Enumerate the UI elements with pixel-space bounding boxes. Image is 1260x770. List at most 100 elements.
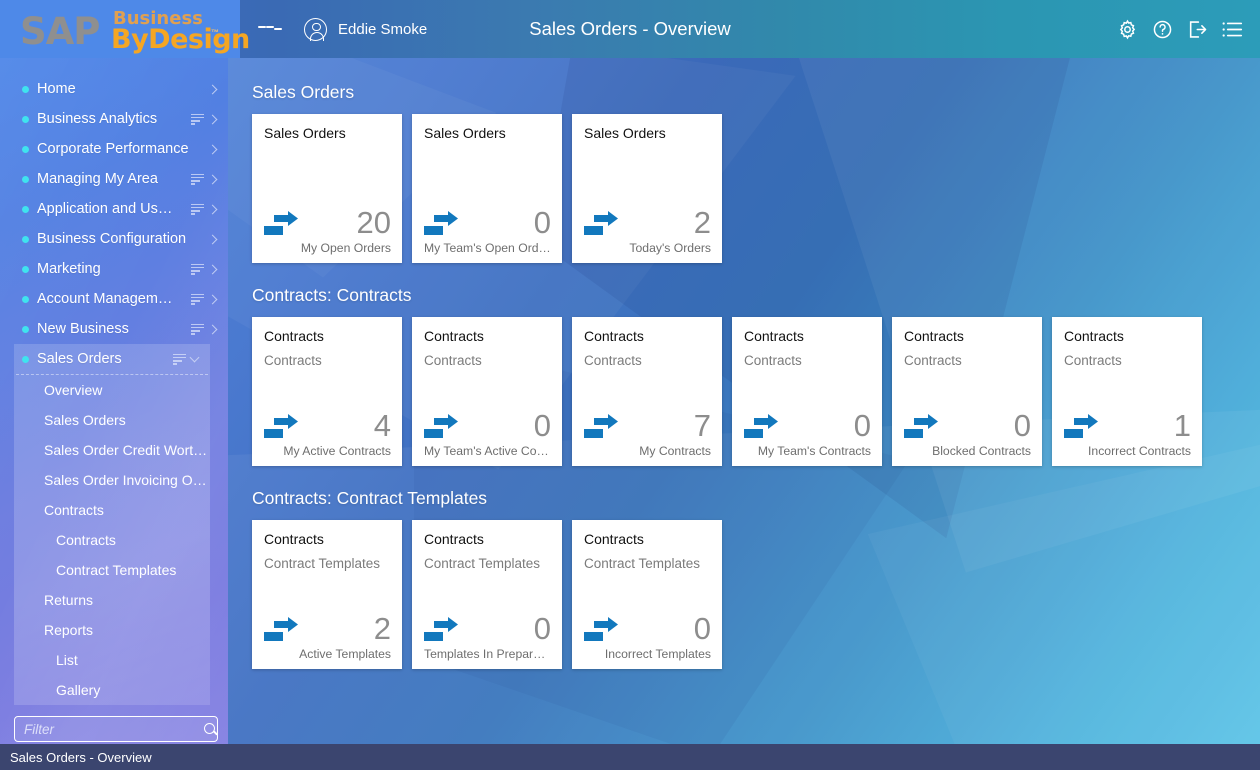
filter-input[interactable] [24,722,203,737]
chevron-right-icon[interactable] [208,294,218,304]
kpi-tile[interactable]: ContractsContracts0Blocked Contracts [892,317,1042,466]
tile-footer: 20 My Open Orders [252,198,402,255]
chevron-right-icon[interactable] [208,204,218,214]
tile-footer: 0Blocked Contracts [892,401,1042,458]
tile-section: Contracts: Contract TemplatesContractsCo… [252,488,1260,669]
sidebar-item-managing-my-area[interactable]: Managing My Area [0,164,228,194]
chevron-right-icon[interactable] [208,264,218,274]
sidebar-item-sales-orders[interactable]: Sales Orders [14,344,210,374]
kpi-tile[interactable]: Sales Orders20My Open Orders [252,114,402,263]
user-menu[interactable]: Eddie Smoke [304,18,427,41]
tile-title: Contracts [424,328,552,345]
tile-label: Incorrect Contracts [1064,444,1191,458]
tile-row: ContractsContract Templates2Active Templ… [252,520,1260,669]
work-center-list-icon[interactable] [191,264,204,275]
tile-label: My Team's Active Con… [424,444,551,458]
sidebar-sub-item-reports[interactable]: Reports [14,615,210,645]
chevron-right-icon[interactable] [208,324,218,334]
work-center-list-icon[interactable] [191,114,204,125]
work-center-list-icon[interactable] [173,354,186,365]
work-center-list-icon[interactable] [191,204,204,215]
sidebar-sub-item-contracts[interactable]: Contracts [14,525,210,555]
tile-footer: 1Incorrect Contracts [1052,401,1202,458]
options-list-icon[interactable] [1222,21,1243,38]
sidebar-item-label: New Business [37,321,129,337]
sidebar-item-marketing[interactable]: Marketing [0,254,228,284]
chevron-right-icon[interactable] [208,114,218,124]
sidebar-item-new-business[interactable]: New Business [0,314,228,344]
sidebar-sub-item-contract-templates[interactable]: Contract Templates [14,555,210,585]
user-avatar-icon [304,18,327,41]
kpi-tile[interactable]: ContractsContract Templates2Active Templ… [252,520,402,669]
search-icon[interactable] [203,722,218,737]
work-center-list-icon[interactable] [191,294,204,305]
sidebar-item-icons [173,354,202,365]
kpi-tile[interactable]: ContractsContracts7My Contracts [572,317,722,466]
sidebar-sub-items: Overview Sales Orders Sales Order Credit W… [14,375,210,705]
chevron-right-icon[interactable] [208,234,218,244]
settings-gear-icon[interactable] [1117,19,1138,40]
kpi-tile[interactable]: Sales Orders0My Team's Open Orders [412,114,562,263]
tile-value-row: 0 [584,604,711,644]
kpi-tile[interactable]: ContractsContracts4My Active Contracts [252,317,402,466]
tile-subtitle: Contract Templates [264,556,392,572]
sidebar-sub-item-returns[interactable]: Returns [14,585,210,615]
kpi-tile[interactable]: Sales Orders2Today's Orders [572,114,722,263]
sidebar-sub-item-sales-order-invoicing-o[interactable]: Sales Order Invoicing O… [14,465,210,495]
sidebar-item-home[interactable]: Home [0,74,228,104]
work-center-list-icon[interactable] [191,324,204,335]
sidebar-item-label: Business Analytics [37,111,157,127]
sidebar-item-icons [209,146,220,153]
chevron-right-icon[interactable] [208,144,218,154]
chevron-down-icon[interactable] [190,352,200,362]
tile-subtitle: Contracts [424,353,552,369]
filter-box[interactable] [14,716,218,742]
help-question-icon[interactable] [1152,19,1173,40]
tile-title: Sales Orders [584,125,712,142]
tile-title: Contracts [744,328,872,345]
sidebar-item-business-configuration[interactable]: Business Configuration [0,224,228,254]
sidebar-sub-item-overview[interactable]: Overview [14,375,210,405]
sidebar-sub-item-gallery[interactable]: Gallery [14,675,210,705]
sidebar-item-corporate-performance[interactable]: Corporate Performance [0,134,228,164]
tile-value-row: 20 [264,198,391,238]
sidebar-sub-item-contracts[interactable]: Contracts [14,495,210,525]
tile-label: My Team's Open Orders [424,241,551,255]
sidebar-item-icons [191,204,220,215]
tile-value-row: 2 [264,604,391,644]
chevron-right-icon[interactable] [208,174,218,184]
sidebar-sub-item-sales-order-credit-wort[interactable]: Sales Order Credit Wort… [14,435,210,465]
header-actions [1117,19,1260,40]
kpi-tile[interactable]: ContractsContracts0My Team's Contracts [732,317,882,466]
kpi-tile[interactable]: ContractsContract Templates0Templates In… [412,520,562,669]
tile-value: 7 [694,410,711,441]
sidebar-item-account-managem[interactable]: Account Managem… [0,284,228,314]
hamburger-menu-icon[interactable] [258,20,282,38]
tile-subtitle: Contracts [264,353,392,369]
logout-icon[interactable] [1187,19,1208,40]
sidebar-sub-item-label: Sales Order Credit Wort… [44,442,207,458]
kpi-tile[interactable]: ContractsContracts1Incorrect Contracts [1052,317,1202,466]
sidebar-item-application-and-us[interactable]: Application and Us… [0,194,228,224]
sidebar-item-business-analytics[interactable]: Business Analytics [0,104,228,134]
kpi-tile[interactable]: ContractsContracts0My Team's Active Con… [412,317,562,466]
tile-label: My Team's Contracts [744,444,871,458]
user-name-label: Eddie Smoke [338,21,427,38]
sidebar-sub-item-label: Sales Orders [44,412,126,428]
tile-title: Contracts [904,328,1032,345]
kpi-tile[interactable]: ContractsContract Templates0Incorrect Te… [572,520,722,669]
tile-subtitle: Contract Templates [584,556,712,572]
logo-sap-text: SAP [20,10,99,53]
tile-value: 4 [374,410,391,441]
chevron-right-icon[interactable] [208,84,218,94]
tile-label: My Open Orders [264,241,391,255]
tile-row: Contracts Contracts 4 My Active Contracts Co… [252,317,1260,466]
sidebar-sub-item-sales-orders[interactable]: Sales Orders [14,405,210,435]
tile-title: Contracts [584,531,712,548]
tile-value: 0 [854,410,871,441]
sidebar-sub-item-list[interactable]: List [14,645,210,675]
work-center-list-icon[interactable] [191,174,204,185]
tile-label: My Active Contracts [264,444,391,458]
tile-value: 20 [357,207,391,238]
sidebar-navigation: Home Business Analytics Corporate Performa… [0,58,228,770]
